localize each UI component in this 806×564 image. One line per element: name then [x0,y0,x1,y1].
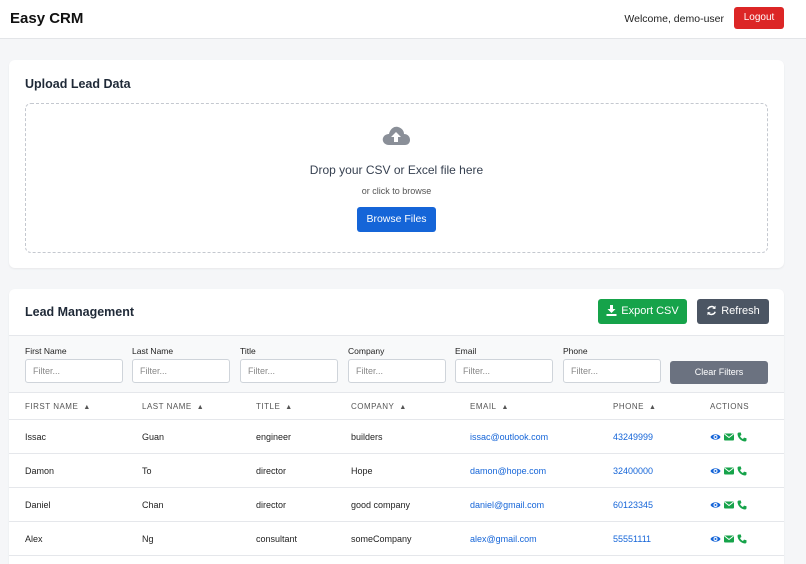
leads-title: Lead Management [25,305,135,319]
filter-label-company: Company [348,346,385,356]
download-icon [606,305,617,316]
filter-label-first-name: First Name [25,346,67,356]
cell-company: builders [351,432,383,442]
cell-phone-link[interactable]: 32400000 [613,466,653,476]
sort-icon: ▲︎ [399,404,407,411]
envelope-icon[interactable] [724,534,734,544]
cell-title: consultant [256,534,298,544]
cell-phone-link[interactable]: 55551111 [613,534,651,544]
filter-last-name-input[interactable] [132,359,230,383]
filter-label-last-name: Last Name [132,346,174,356]
cell-last-name: Chan [142,500,164,510]
cell-last-name: Guan [142,432,165,442]
table-header: FIRST NAME ▲︎ LAST NAME ▲︎ TITLE ▲︎ COMPANY… [9,393,784,420]
eye-icon[interactable] [710,500,721,510]
cell-company: good company [351,500,411,510]
cell-company: someCompany [351,534,412,544]
column-header-label: TITLE [256,402,281,411]
table-row: Damon To director Hope damon@hope.com 32… [9,454,784,488]
cell-phone-link[interactable]: 60123345 [613,500,653,510]
table-row: Issac Guan engineer builders issac@outlo… [9,420,784,454]
filter-label-email: Email [455,346,477,356]
export-label: Export CSV [621,305,679,317]
file-dropzone[interactable]: Drop your CSV or Excel file here or clic… [25,103,768,253]
cell-first-name: Alex [25,534,43,544]
phone-icon[interactable] [737,432,747,442]
sort-icon: ▲︎ [501,404,509,411]
cell-first-name: Daniel [25,500,51,510]
filter-title-input[interactable] [240,359,338,383]
welcome-text: Welcome, demo-user [624,13,724,25]
top-navbar: Easy CRM Welcome, demo-user Logout [0,0,806,39]
cell-last-name: To [142,466,152,476]
cell-email-link[interactable]: issac@outlook.com [470,432,548,442]
cell-phone-link[interactable]: 43249999 [613,432,653,442]
filter-label-phone: Phone [563,346,588,356]
refresh-icon [707,305,717,316]
cell-first-name: Issac [25,432,47,442]
phone-icon[interactable] [737,466,747,476]
cell-email-link[interactable]: alex@gmail.com [470,534,537,544]
upload-card: Upload Lead Data Drop your CSV or Excel … [9,60,784,268]
dropzone-subtext: or click to browse [361,186,432,196]
cell-title: director [256,500,287,510]
cell-first-name: Damon [25,466,55,476]
column-header-email[interactable]: EMAIL ▲︎ [470,402,509,411]
column-header-first-name[interactable]: FIRST NAME ▲︎ [25,402,91,411]
cell-email-link[interactable]: daniel@gmail.com [470,500,544,510]
phone-icon[interactable] [737,500,747,510]
cell-email-link[interactable]: damon@hope.com [470,466,546,476]
column-header-last-name[interactable]: LAST NAME ▲︎ [142,402,204,411]
filter-company-input[interactable] [348,359,446,383]
eye-icon[interactable] [710,466,721,476]
column-header-label: COMPANY [351,402,395,411]
column-header-actions: ACTIONS [710,402,750,411]
filter-label-title: Title [240,346,256,356]
cell-title: engineer [256,432,292,442]
logout-button[interactable]: Logout [734,7,784,29]
filter-bar: First Name Last Name Title Company Email… [9,335,784,393]
phone-icon[interactable] [737,534,747,544]
app-brand[interactable]: Easy CRM [10,10,83,27]
column-header-label: LAST NAME [142,402,192,411]
column-header-company[interactable]: COMPANY ▲︎ [351,402,407,411]
column-header-label: PHONE [613,402,644,411]
sort-icon: ▲︎ [196,404,205,411]
table-row: Alex Ng consultant someCompany alex@gmai… [9,522,784,556]
envelope-icon[interactable] [724,466,734,476]
envelope-icon[interactable] [724,500,734,510]
eye-icon[interactable] [710,432,721,442]
sort-icon: ▲︎ [83,404,91,411]
filter-email-input[interactable] [455,359,553,383]
dropzone-text: Drop your CSV or Excel file here [309,163,484,177]
column-header-label: FIRST NAME [25,402,79,411]
clear-filters-button[interactable]: Clear Filters [670,361,768,384]
refresh-button[interactable]: Refresh [697,299,769,324]
lead-management-card: Lead Management Export CSV Refresh First… [9,289,784,564]
cell-company: Hope [351,466,373,476]
refresh-label: Refresh [721,305,760,317]
cell-last-name: Ng [142,534,154,544]
column-header-label: EMAIL [470,402,497,411]
filter-phone-input[interactable] [563,359,661,383]
filter-first-name-input[interactable] [25,359,123,383]
sort-icon: ▲︎ [285,404,293,411]
export-csv-button[interactable]: Export CSV [598,299,687,324]
browse-files-button[interactable]: Browse Files [357,207,436,232]
sort-icon: ▲︎ [648,404,657,411]
cloud-upload-icon [382,126,410,145]
column-header-phone[interactable]: PHONE ▲︎ [613,402,656,411]
envelope-icon[interactable] [724,432,734,442]
column-header-title[interactable]: TITLE ▲︎ [256,402,293,411]
eye-icon[interactable] [710,534,721,544]
upload-title: Upload Lead Data [25,77,131,91]
cell-title: director [256,466,287,476]
table-row: Daniel Chan director good company daniel… [9,488,784,522]
